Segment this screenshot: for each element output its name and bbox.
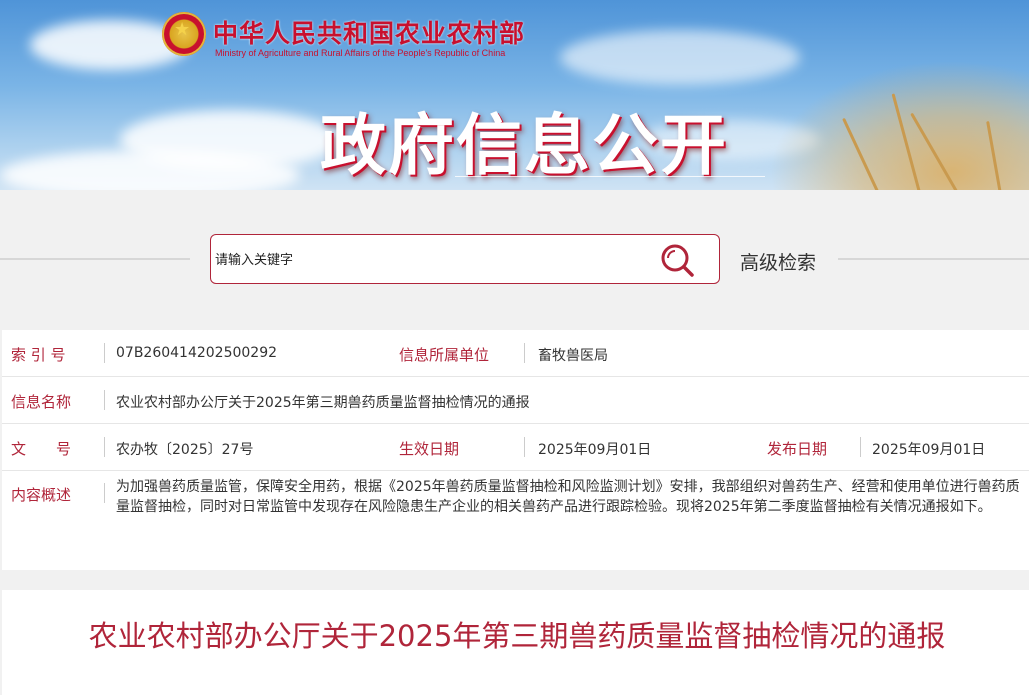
- publish-date-value: 2025年09月01日: [872, 442, 986, 458]
- divider: [524, 437, 525, 457]
- doc-number-value: 农办牧〔2025〕27号: [116, 442, 254, 458]
- article-body: 农业农村部办公厅关于2025年第三期兽药质量监督抽检情况的通报: [2, 590, 1029, 695]
- index-value: 07B260414202500292: [116, 345, 278, 361]
- doc-number-label: 文 号: [11, 440, 72, 458]
- divider: [104, 437, 105, 457]
- name-value: 农业农村部办公厅关于2025年第三期兽药质量监督抽检情况的通报: [116, 395, 530, 411]
- ministry-name-en: Ministry of Agriculture and Rural Affair…: [215, 48, 506, 58]
- index-label: 索 引 号: [11, 346, 66, 364]
- search-divider-left: [0, 258, 190, 260]
- header-banner: ★ 中华人民共和国农业农村部 Ministry of Agriculture a…: [0, 0, 1029, 190]
- search-box[interactable]: [210, 234, 720, 284]
- meta-row-index: 索 引 号 07B260414202500292 信息所属单位 畜牧兽医局: [2, 330, 1029, 377]
- effective-date-label: 生效日期: [399, 440, 460, 458]
- search-bar: 高级检索: [0, 190, 1029, 320]
- publish-date-label: 发布日期: [767, 440, 828, 458]
- effective-date-value: 2025年09月01日: [538, 442, 652, 458]
- document-metadata: 索 引 号 07B260414202500292 信息所属单位 畜牧兽医局 信息…: [2, 330, 1029, 570]
- meta-row-name: 信息名称 农业农村部办公厅关于2025年第三期兽药质量监督抽检情况的通报: [2, 377, 1029, 424]
- divider: [860, 437, 861, 457]
- summary-label: 内容概述: [11, 486, 72, 504]
- unit-value: 畜牧兽医局: [538, 348, 608, 364]
- page-title: 政府信息公开: [320, 106, 728, 184]
- unit-label: 信息所属单位: [399, 346, 490, 364]
- name-label: 信息名称: [11, 393, 72, 411]
- article-title: 农业农村部办公厅关于2025年第三期兽药质量监督抽检情况的通报: [88, 619, 946, 653]
- divider: [104, 390, 105, 410]
- summary-text: 为加强兽药质量监管，保障安全用药，根据《2025年兽药质量监督抽检和风险监测计划…: [116, 479, 1020, 515]
- divider: [524, 343, 525, 363]
- divider: [104, 343, 105, 363]
- advanced-search-link[interactable]: 高级检索: [740, 248, 816, 275]
- meta-row-doc: 文 号 农办牧〔2025〕27号 生效日期 2025年09月01日 发布日期 2…: [2, 424, 1029, 471]
- search-divider-right: [838, 258, 1029, 260]
- divider: [104, 483, 105, 503]
- search-input[interactable]: [213, 247, 657, 273]
- search-icon[interactable]: [659, 242, 695, 278]
- ministry-name-cn[interactable]: 中华人民共和国农业农村部: [213, 14, 525, 50]
- cloud-decoration: [560, 30, 800, 85]
- national-emblem-icon[interactable]: ★: [162, 12, 206, 56]
- meta-row-summary: 内容概述 为加强兽药质量监管，保障安全用药，根据《2025年兽药质量监督抽检和风…: [2, 471, 1029, 570]
- banner-divider: [455, 176, 765, 177]
